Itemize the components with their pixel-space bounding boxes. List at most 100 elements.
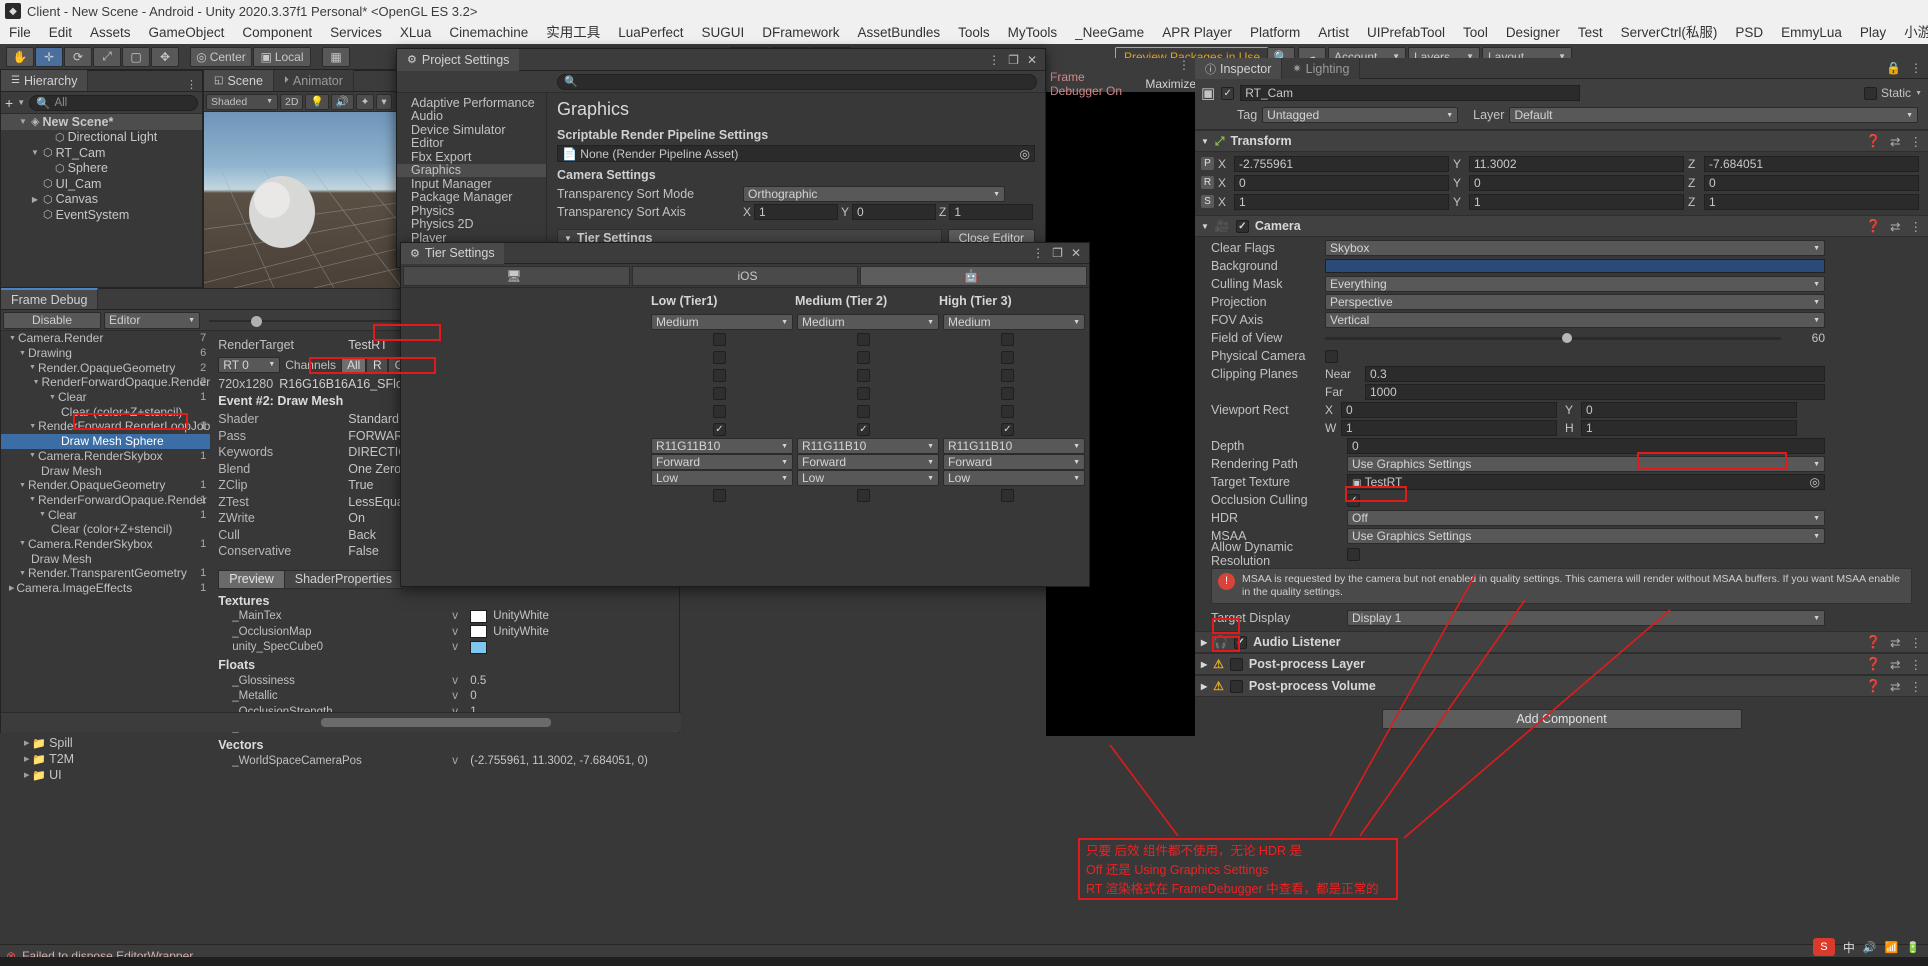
- hierarchy-item-new-scene[interactable]: ▼◈New Scene*: [1, 114, 202, 130]
- tier-dropdown-control[interactable]: Forward▼: [943, 454, 1085, 470]
- camera-projection[interactable]: ProjectionPerspective▼: [1195, 293, 1920, 311]
- slider-knob[interactable]: [1562, 333, 1572, 343]
- menu-bar[interactable]: FileEditAssetsGameObjectComponentService…: [0, 22, 1928, 44]
- component-help-icon[interactable]: ❓: [1865, 657, 1881, 672]
- tier-checkbox[interactable]: [857, 405, 870, 418]
- menu-item-luaperfect[interactable]: LuaPerfect: [609, 22, 692, 44]
- camera-clipping-planes[interactable]: Clipping PlanesNear0.3Far1000: [1195, 365, 1920, 401]
- tier-dropdown-control[interactable]: Forward▼: [797, 454, 939, 470]
- camera-allow-dynamic-resolution-row[interactable]: Allow Dynamic Resolution: [1195, 545, 1920, 563]
- tier-dropdown-control[interactable]: Medium▼: [797, 314, 939, 330]
- transform-s-z-input[interactable]: 1: [1704, 194, 1919, 210]
- menu-item-uiprefabtool[interactable]: UIPrefabTool: [1358, 22, 1454, 44]
- transform-menu-icon[interactable]: ⋮: [1910, 134, 1923, 149]
- transform-p-y-input[interactable]: 11.3002: [1469, 156, 1684, 172]
- camera-rendering-path-dropdown[interactable]: Use Graphics Settings▼: [1347, 456, 1825, 472]
- tier-checkbox[interactable]: [857, 351, 870, 364]
- menu-item-serverctrl[interactable]: ServerCtrl(私服): [1612, 22, 1727, 44]
- audio-listener-component-header[interactable]: ▶🎧✓Audio Listener❓⇄⋮: [1195, 631, 1928, 653]
- platform-tab-android[interactable]: 🤖: [860, 266, 1087, 286]
- rect-tool-button[interactable]: ▢: [122, 47, 150, 67]
- project-item-ui[interactable]: ▶📁UI: [0, 767, 203, 783]
- menu-item-cinemachine[interactable]: Cinemachine: [440, 22, 537, 44]
- tier-checkbox[interactable]: [713, 489, 726, 502]
- tier-checkbox[interactable]: [857, 333, 870, 346]
- component-help-icon[interactable]: ❓: [1865, 635, 1881, 650]
- menu-item-sugui[interactable]: SUGUI: [693, 22, 754, 44]
- menu-item-test[interactable]: Test: [1569, 22, 1612, 44]
- object-picker-icon[interactable]: ◎: [1020, 147, 1030, 161]
- tier-checkbox[interactable]: [857, 369, 870, 382]
- tier-dropdown[interactable]: Low▼: [943, 470, 1085, 486]
- tier-settings-rows[interactable]: Medium▼Medium▼Medium▼✓✓✓R11G11B10▼R11G11…: [401, 308, 1089, 504]
- frame-debug-event-tree[interactable]: ▼Camera.Render7▼Drawing6▼Render.OpaqueGe…: [1, 331, 210, 733]
- chevron-right-icon[interactable]: ▶: [1201, 682, 1207, 691]
- tier-checkbox-cell[interactable]: [795, 387, 935, 400]
- ts-menu-icon[interactable]: ⋮: [1032, 246, 1044, 260]
- tier-dropdown[interactable]: Forward▼: [797, 454, 939, 470]
- chevron-down-icon[interactable]: ▼: [1201, 137, 1209, 146]
- network-icon[interactable]: 📶: [1885, 941, 1899, 954]
- inspector-tabbar[interactable]: ⓘ Inspector ✷ Lighting 🔒 ⋮: [1195, 58, 1928, 79]
- tier-row-7[interactable]: R11G11B10▼R11G11B10▼R11G11B10▼: [651, 438, 1083, 454]
- project-settings-nav[interactable]: Adaptive PerformanceAudioDevice Simulato…: [397, 93, 547, 267]
- tier-dropdown[interactable]: Medium▼: [943, 314, 1085, 330]
- axis-input[interactable]: 1: [754, 204, 838, 220]
- tier-checkbox[interactable]: ✓: [713, 423, 726, 436]
- transform-preset-icon[interactable]: ⇄: [1890, 134, 1900, 149]
- channel-button-all[interactable]: All: [341, 357, 366, 373]
- gizmo-dropdown-icon[interactable]: ▾: [376, 94, 391, 110]
- battery-icon[interactable]: 🔋: [1906, 941, 1920, 954]
- menu-item-artist[interactable]: Artist: [1309, 22, 1358, 44]
- ps-menu-icon[interactable]: ⋮: [988, 53, 1000, 67]
- camera-hdr-dropdown[interactable]: Off▼: [1347, 510, 1825, 526]
- transparency-sort-mode-dropdown[interactable]: Orthographic▼: [743, 186, 1005, 202]
- add-gameobject-button[interactable]: +: [5, 95, 13, 111]
- tier-checkbox-cell[interactable]: [651, 405, 791, 418]
- tier-checkbox[interactable]: [713, 387, 726, 400]
- tier-checkbox-cell[interactable]: ✓: [651, 423, 791, 436]
- camera-culling-mask-dropdown[interactable]: Everything▼: [1325, 276, 1825, 292]
- post-process-layer-component-header[interactable]: ▶⚠Post-process Layer❓⇄⋮: [1195, 653, 1928, 675]
- component-preset-icon[interactable]: ⇄: [1890, 657, 1900, 672]
- frame-event-render-transparentgeometry[interactable]: ▼Render.TransparentGeometry1: [1, 566, 210, 581]
- frame-event-draw-mesh[interactable]: Draw Mesh: [1, 551, 210, 566]
- frame-debug-disable-button[interactable]: Disable: [3, 312, 101, 329]
- camera-depth-row[interactable]: Depth0: [1195, 437, 1920, 455]
- menu-item-gameobject[interactable]: GameObject: [140, 22, 234, 44]
- axis-field-y[interactable]: Y0: [841, 204, 936, 220]
- transform-help-icon[interactable]: ❓: [1865, 134, 1881, 149]
- frame-event-clear[interactable]: ▼Clear1: [1, 390, 210, 405]
- tier-checkbox-cell[interactable]: [651, 351, 791, 364]
- tier-row-6[interactable]: ✓✓✓: [651, 420, 1083, 438]
- settings-nav-package-manager[interactable]: Package Manager: [397, 191, 546, 205]
- settings-nav-physics-2d[interactable]: Physics 2D: [397, 218, 546, 232]
- disclosure-triangle[interactable]: ▼: [29, 496, 36, 503]
- menu-item-file[interactable]: File: [0, 22, 40, 44]
- axis-input[interactable]: 0: [852, 204, 936, 220]
- settings-nav-graphics[interactable]: Graphics: [397, 164, 546, 178]
- hierarchy-search-bar[interactable]: + ▼ 🔍 All: [1, 92, 202, 114]
- tier-checkbox-cell[interactable]: ✓: [939, 423, 1079, 436]
- tier-checkbox-cell[interactable]: [651, 387, 791, 400]
- tier-dropdown-control[interactable]: R11G11B10▼: [943, 438, 1085, 454]
- disclosure-triangle[interactable]: ▼: [19, 540, 26, 547]
- tier-dropdown[interactable]: R11G11B10▼: [651, 438, 793, 454]
- tier-dropdown-control[interactable]: Low▼: [797, 470, 939, 486]
- transform-tool-button[interactable]: ✥: [151, 47, 179, 67]
- camera-help-icon[interactable]: ❓: [1865, 219, 1881, 234]
- camera-allow-dynamic-resolution-checkbox[interactable]: [1347, 548, 1360, 561]
- tier-checkbox-cell[interactable]: [795, 333, 935, 346]
- frame-event-renderforward-renderloopjob[interactable]: ▼RenderForward.RenderLoopJob1: [1, 419, 210, 434]
- tab-shader-properties[interactable]: ShaderProperties: [285, 570, 403, 589]
- tier-row-3[interactable]: [651, 366, 1083, 384]
- disclosure-triangle[interactable]: ▶: [24, 771, 29, 779]
- scale-tool-button[interactable]: ⤢: [93, 47, 121, 67]
- menu-item-[interactable]: 小游戏: [1895, 22, 1928, 44]
- ps-maximize-icon[interactable]: ❐: [1008, 53, 1019, 67]
- clipping-near-input[interactable]: 0.3: [1365, 366, 1825, 382]
- game-view-menu-icon[interactable]: ⋮: [1178, 58, 1196, 72]
- tier-checkbox[interactable]: [1001, 333, 1014, 346]
- menu-item-assets[interactable]: Assets: [81, 22, 140, 44]
- menu-item-designer[interactable]: Designer: [1497, 22, 1569, 44]
